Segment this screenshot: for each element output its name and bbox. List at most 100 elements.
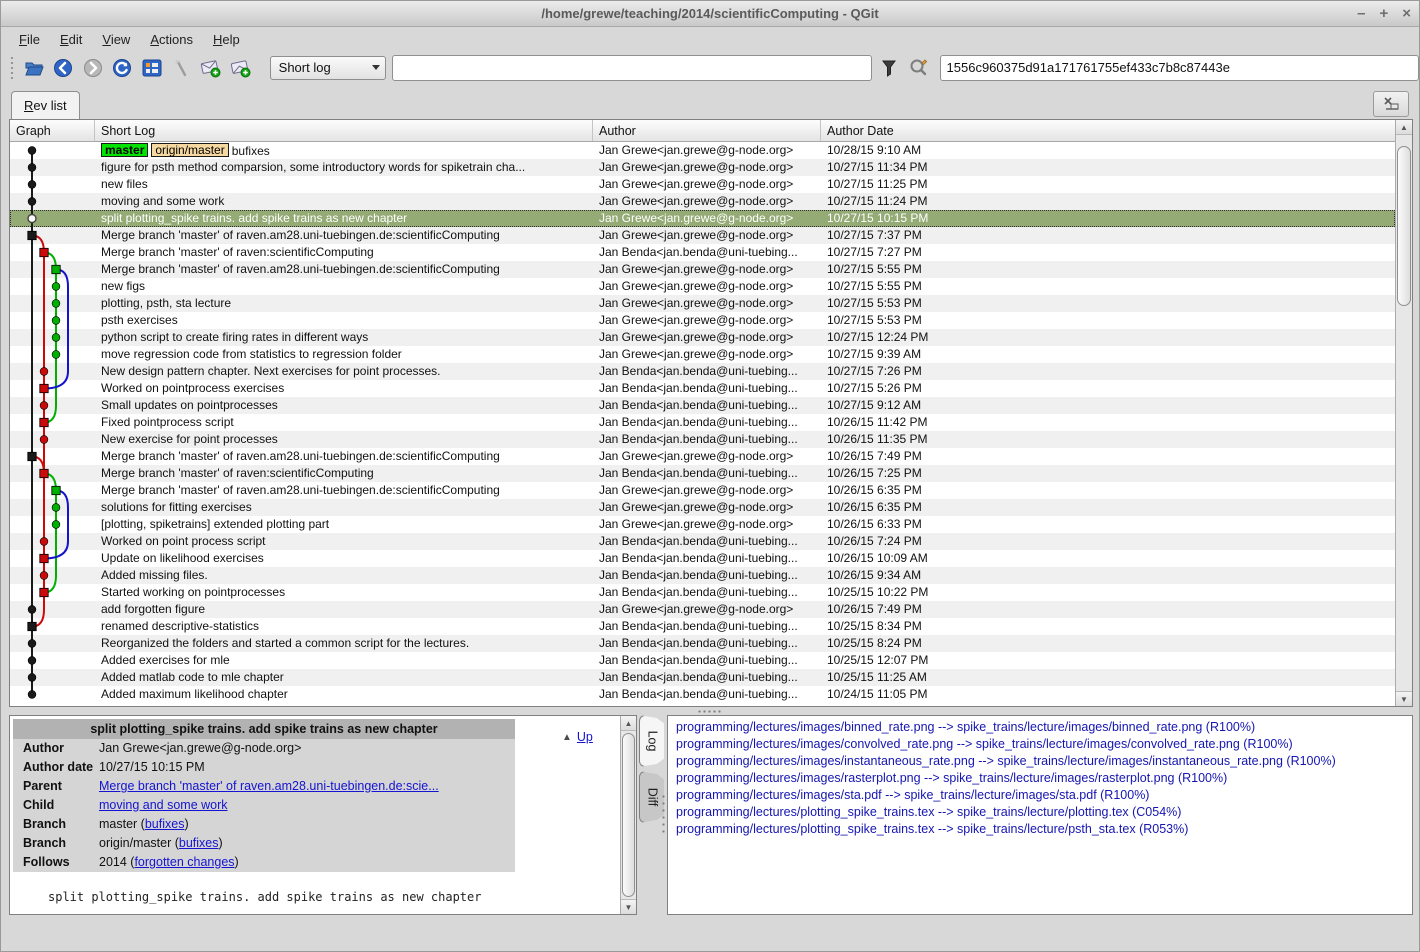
menu-help[interactable]: Help <box>203 30 250 49</box>
commit-row[interactable]: New exercise for point processes Jan Ben… <box>10 431 1395 448</box>
menu-actions[interactable]: Actions <box>140 30 203 49</box>
details-scroll-down-icon[interactable]: ▼ <box>621 899 636 914</box>
commit-row[interactable]: Merge branch 'master' of raven:scientifi… <box>10 244 1395 261</box>
commit-row[interactable]: solutions for fitting exercises Jan Grew… <box>10 499 1395 516</box>
detail-link[interactable]: Merge branch 'master' of raven.am28.uni-… <box>99 779 439 793</box>
column-header-author[interactable]: Author <box>593 120 821 141</box>
details-scrollbar[interactable]: ▲ ▼ <box>620 716 636 914</box>
close-tab-button[interactable] <box>1373 91 1409 117</box>
commit-row[interactable]: Reorganized the folders and started a co… <box>10 635 1395 652</box>
column-header-author-date[interactable]: Author Date <box>821 120 1412 141</box>
author-cell: Jan Benda<jan.benda@uni-tuebing... <box>593 431 821 448</box>
scrollbar-thumb[interactable] <box>1397 146 1411 306</box>
commit-row[interactable]: Small updates on pointprocesses Jan Bend… <box>10 397 1395 414</box>
author-cell: Jan Grewe<jan.grewe@g-node.org> <box>593 448 821 465</box>
log-view-select[interactable]: Short log <box>270 56 386 80</box>
detail-link[interactable]: moving and some work <box>99 798 228 812</box>
minimize-button[interactable]: – <box>1357 1 1365 27</box>
commit-row[interactable]: split plotting_spike trains. add spike t… <box>10 210 1395 227</box>
commit-row[interactable]: psth exercises Jan Grewe<jan.grewe@g-nod… <box>10 312 1395 329</box>
title-bar[interactable]: /home/grewe/teaching/2014/scientificComp… <box>1 1 1419 27</box>
highlight-search-button[interactable] <box>906 55 932 81</box>
renamed-file-entry[interactable]: programming/lectures/plotting_spike_trai… <box>676 804 1412 821</box>
apply-patch-button[interactable] <box>228 55 254 81</box>
horizontal-splitter[interactable] <box>1 707 1419 715</box>
commit-row[interactable]: plotting, psth, sta lecture Jan Grewe<ja… <box>10 295 1395 312</box>
renamed-file-entry[interactable]: programming/lectures/images/sta.pdf --> … <box>676 787 1412 804</box>
commit-row[interactable]: Merge branch 'master' of raven.am28.uni-… <box>10 482 1395 499</box>
commit-row[interactable]: Worked on point process script Jan Benda… <box>10 533 1395 550</box>
save-patch-button[interactable] <box>198 55 224 81</box>
commit-row[interactable]: renamed descriptive-statistics Jan Benda… <box>10 618 1395 635</box>
menu-file[interactable]: File <box>9 30 50 49</box>
refresh-button[interactable] <box>110 55 136 81</box>
tab-log[interactable]: Log <box>639 715 664 767</box>
scroll-down-icon[interactable]: ▼ <box>1396 691 1412 706</box>
renamed-file-entry[interactable]: programming/lectures/images/binned_rate.… <box>676 719 1412 736</box>
commit-row[interactable]: add forgotten figure Jan Grewe<jan.grewe… <box>10 601 1395 618</box>
renamed-file-entry[interactable]: programming/lectures/images/convolved_ra… <box>676 736 1412 753</box>
tab-diff[interactable]: Diff <box>639 771 664 823</box>
commit-row[interactable]: Added exercises for mle Jan Benda<jan.be… <box>10 652 1395 669</box>
tab-rev-list[interactable]: Rev list <box>11 91 80 119</box>
details-scroll-up-icon[interactable]: ▲ <box>621 716 636 731</box>
close-button[interactable]: × <box>1402 1 1411 27</box>
menu-view[interactable]: View <box>92 30 140 49</box>
commit-row[interactable]: python script to create firing rates in … <box>10 329 1395 346</box>
commit-row[interactable]: New design pattern chapter. Next exercis… <box>10 363 1395 380</box>
renamed-file-entry[interactable]: programming/lectures/images/rasterplot.p… <box>676 770 1412 787</box>
commit-row[interactable]: Merge branch 'master' of raven.am28.uni-… <box>10 448 1395 465</box>
filter-input[interactable] <box>392 55 873 81</box>
detail-label: Branch <box>13 834 99 853</box>
commit-row[interactable]: Merge branch 'master' of raven.am28.uni-… <box>10 227 1395 244</box>
maximize-button[interactable]: + <box>1379 1 1388 27</box>
author-cell: Jan Benda<jan.benda@uni-tuebing... <box>593 380 821 397</box>
author-cell: Jan Grewe<jan.grewe@g-node.org> <box>593 227 821 244</box>
toolbar-handle[interactable] <box>9 55 15 81</box>
commit-row[interactable]: Merge branch 'master' of raven.am28.uni-… <box>10 261 1395 278</box>
up-arrow-icon: ▲ <box>562 732 572 743</box>
scroll-up-icon[interactable]: ▲ <box>1396 120 1412 135</box>
view-button[interactable] <box>139 55 165 81</box>
commit-row[interactable]: Added missing files. Jan Benda<jan.benda… <box>10 567 1395 584</box>
graph-cell <box>10 669 95 686</box>
menu-edit[interactable]: Edit <box>50 30 92 49</box>
commit-row[interactable]: moving and some work Jan Grewe<jan.grewe… <box>10 193 1395 210</box>
detail-link[interactable]: bufixes <box>145 817 185 831</box>
commit-row[interactable]: Update on likelihood exercises Jan Benda… <box>10 550 1395 567</box>
author-cell: Jan Benda<jan.benda@uni-tuebing... <box>593 618 821 635</box>
column-header-graph[interactable]: Graph <box>10 120 95 141</box>
commit-row[interactable]: new files Jan Grewe<jan.grewe@g-node.org… <box>10 176 1395 193</box>
open-repo-button[interactable] <box>21 55 47 81</box>
filter-button[interactable] <box>876 55 902 81</box>
back-button[interactable] <box>51 55 77 81</box>
commit-row[interactable]: Added matlab code to mle chapter Jan Ben… <box>10 669 1395 686</box>
vertical-splitter-handle[interactable] <box>662 793 665 835</box>
commit-row[interactable]: Worked on pointprocess exercises Jan Ben… <box>10 380 1395 397</box>
graph-cell <box>10 431 95 448</box>
renamed-file-entry[interactable]: programming/lectures/images/instantaneou… <box>676 753 1412 770</box>
detail-link[interactable]: forgotten changes <box>134 855 234 869</box>
sha-input[interactable] <box>940 55 1420 81</box>
commit-row[interactable]: masterorigin/masterbufixes Jan Grewe<jan… <box>10 142 1395 159</box>
short-log-cell: Merge branch 'master' of raven:scientifi… <box>95 465 593 482</box>
details-scrollbar-thumb[interactable] <box>622 733 635 897</box>
window-title: /home/grewe/teaching/2014/scientificComp… <box>541 6 878 21</box>
commit-row[interactable]: Added maximum likelihood chapter Jan Ben… <box>10 686 1395 703</box>
wand-button[interactable] <box>169 55 195 81</box>
forward-button[interactable] <box>80 55 106 81</box>
commit-row[interactable]: Merge branch 'master' of raven:scientifi… <box>10 465 1395 482</box>
up-link[interactable]: Up <box>577 730 593 744</box>
up-navigation[interactable]: ▲ Up <box>562 730 593 744</box>
rev-list-scrollbar[interactable]: ▲ ▼ <box>1395 120 1412 706</box>
graph-cell <box>10 295 95 312</box>
commit-row[interactable]: Fixed pointprocess script Jan Benda<jan.… <box>10 414 1395 431</box>
detail-link[interactable]: bufixes <box>179 836 219 850</box>
renamed-file-entry[interactable]: programming/lectures/plotting_spike_trai… <box>676 821 1412 838</box>
commit-row[interactable]: [plotting, spiketrains] extended plottin… <box>10 516 1395 533</box>
column-header-short-log[interactable]: Short Log <box>95 120 593 141</box>
commit-row[interactable]: Started working on pointprocesses Jan Be… <box>10 584 1395 601</box>
commit-row[interactable]: new figs Jan Grewe<jan.grewe@g-node.org>… <box>10 278 1395 295</box>
commit-row[interactable]: figure for psth method comparsion, some … <box>10 159 1395 176</box>
commit-row[interactable]: move regression code from statistics to … <box>10 346 1395 363</box>
